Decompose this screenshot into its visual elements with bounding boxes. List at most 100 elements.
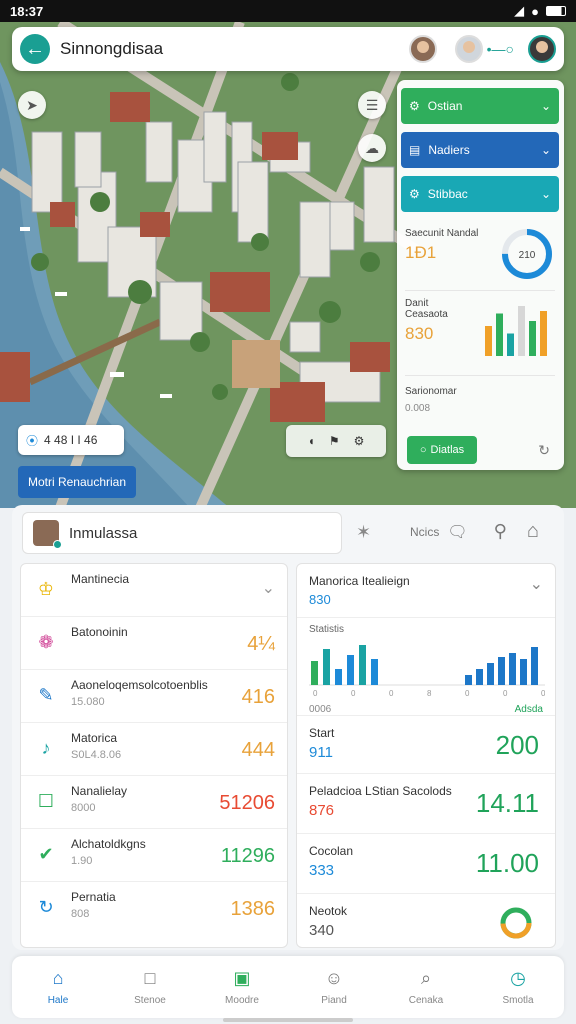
list-item[interactable]: ☐ Nanalielay 8000 51206 [21,776,287,829]
toolbar-label: Ncics [410,524,440,539]
search-icon: ⌕ [420,968,432,988]
list-item-value: 4¼ [247,633,275,655]
stats-header[interactable]: Manorica Itealieign 830 ⌄ [297,564,555,618]
chat-icon[interactable]: 🗨 [447,522,467,542]
status-bar: 18:37 ◢ ● [0,0,576,22]
battery-icon [546,6,566,16]
chart-bar [509,653,516,685]
chart-bar [487,663,494,685]
map-action-button[interactable]: Motri Renauchrian [18,466,136,498]
list-item[interactable]: ❁ Batonoinin 4¼ [21,617,287,670]
search-value: Inmulassa [69,524,138,542]
back-arrow-icon: ← [25,37,45,60]
mini-bar [496,313,503,356]
nav-item-label: Piand [321,995,347,1006]
avatar[interactable] [528,35,556,63]
details-button-label: Diatlas [430,444,465,456]
home-indicator [223,1018,353,1022]
inbox-icon: ☐ [37,790,55,811]
stat-row[interactable]: Peladcioa LStian Sacolods 876 14.11 [297,774,555,834]
mini-bar [540,311,547,356]
bottom-nav: ⌂ Hale □ Stenoe ▣ Moodre ☺ Piand ⌕ Cenaka ◷ Smotla [12,956,564,1018]
share-icon: ➤ [26,96,38,113]
square-icon: □ [144,968,156,988]
stat-row-value: 14.11 [475,788,539,818]
details-button[interactable]: ○ Diatlas [407,436,477,464]
list-item[interactable]: ♪ Matorica S0L4.8.06 444 [21,723,287,776]
chevron-down-icon[interactable]: ⌄ [262,578,275,598]
map-tools: ◖ ⚑ ⚙ [286,425,386,457]
cloud-button[interactable]: ☁ [358,134,386,162]
chart-bar [498,657,505,685]
music-icon: ♪ [41,737,51,758]
nav-item[interactable]: ▣ Moodre [196,956,288,1018]
metrics-list: ♔ Mantinecia ⌄ ❁ Batonoinin 4¼ ✎ Aaoneloqemsolc… [20,563,288,948]
circle-icon: ○ [419,444,427,456]
chart-bar [359,645,366,685]
tool-icon[interactable]: ◖ [308,434,315,448]
mini-bar [507,333,514,356]
panel-item-nadiers[interactable]: ▤ Nadiers ⌄ [401,132,559,168]
chart-footer: 0006 Adsda [309,704,543,715]
nav-item[interactable]: ☺ Piand [288,956,380,1018]
back-button[interactable]: ← [20,34,50,64]
nav-item-label: Cenaka [408,995,444,1006]
nav-item[interactable]: ◷ Smotla [472,956,564,1018]
chart-tick-label: 0 [503,689,508,697]
tag-icon: ▣ [233,968,251,988]
nav-item[interactable]: ⌂ Hale [12,956,104,1018]
avatar[interactable] [454,35,483,63]
list-item-title: Batonoinin [71,625,128,639]
chart-bar [311,661,318,685]
stat-card-donut: Saecunit Nandal 1Ð1 210 [405,228,555,288]
avatar[interactable] [408,35,437,63]
tool-icon[interactable]: ⚙ [354,434,365,448]
spinner-icon[interactable]: ✶ [356,522,371,543]
chart-bar [465,675,472,685]
list-item[interactable]: ✎ Aaoneloqemsolcotoenblis 15.080 416 [21,670,287,723]
card-label: Sarionomar [405,386,457,397]
stat-card-plain: Sarionomar 0.008 [405,386,555,414]
chart-tick-label: 0 [389,689,394,697]
stat-row[interactable]: Cocolan 333 11.00 [297,834,555,894]
nav-item[interactable]: □ Stenoe [104,956,196,1018]
list-item-value: 51206 [219,792,275,814]
list-item[interactable]: ♔ Mantinecia ⌄ [21,564,287,617]
chevron-down-icon: ⌄ [540,143,551,157]
link-icon[interactable]: •—○ [487,41,514,57]
map-info-pill[interactable]: ⦿ 4 48 I I 46 [18,425,124,455]
list-item[interactable]: ↻ Pernatia 808 1386 [21,882,287,935]
stat-row[interactable]: Neotok 340 [297,894,555,952]
stat-row[interactable]: Start 911 200 [297,716,555,774]
mini-bar-chart [485,306,547,356]
chart-bar [531,647,538,685]
share-button[interactable]: ➤ [18,91,46,119]
avatar-head-icon [462,41,475,53]
nav-item-label: Moodre [225,995,259,1006]
panel-item-stibbac[interactable]: ⚙ Stibbac ⌄ [401,176,559,212]
chart-title: Statistis [309,624,345,635]
chart-bar [335,669,342,685]
home-icon[interactable]: ⌂ [527,520,539,543]
refresh-icon: ↻ [38,896,54,917]
clock-icon: ◷ [510,968,526,988]
stats-header-sub: 830 [309,592,331,607]
panel-item-ostian[interactable]: ⚙ Ostian ⌄ [401,88,559,124]
layers-button[interactable]: ☰ [358,91,386,119]
chart-tick-label: 0 [351,689,356,697]
chart-tick-label: 0 [313,689,318,697]
app-bar: ← Sinnongdisaa •—○ [12,27,564,71]
stat-card-bars: Danit Ceasaota 830 [405,298,555,368]
chart-bar [347,655,354,685]
status-icons: ◢ ● [514,3,566,19]
chevron-down-icon[interactable]: ⌄ [530,574,543,594]
search-icon[interactable]: ⚲ [494,521,507,542]
page-title: Sinnongdisaa [60,39,164,58]
search-input[interactable]: Inmulassa [22,512,342,554]
chart-tick-label: 0 [465,689,470,697]
refresh-icon[interactable]: ↻ [538,442,550,459]
list-item[interactable]: ✔ Alchatoldkgns 1.90 11296 [21,829,287,882]
nav-item[interactable]: ⌕ Cenaka [380,956,472,1018]
tool-icon[interactable]: ⚑ [329,434,340,448]
chart-tick-label: 0 [541,689,545,697]
